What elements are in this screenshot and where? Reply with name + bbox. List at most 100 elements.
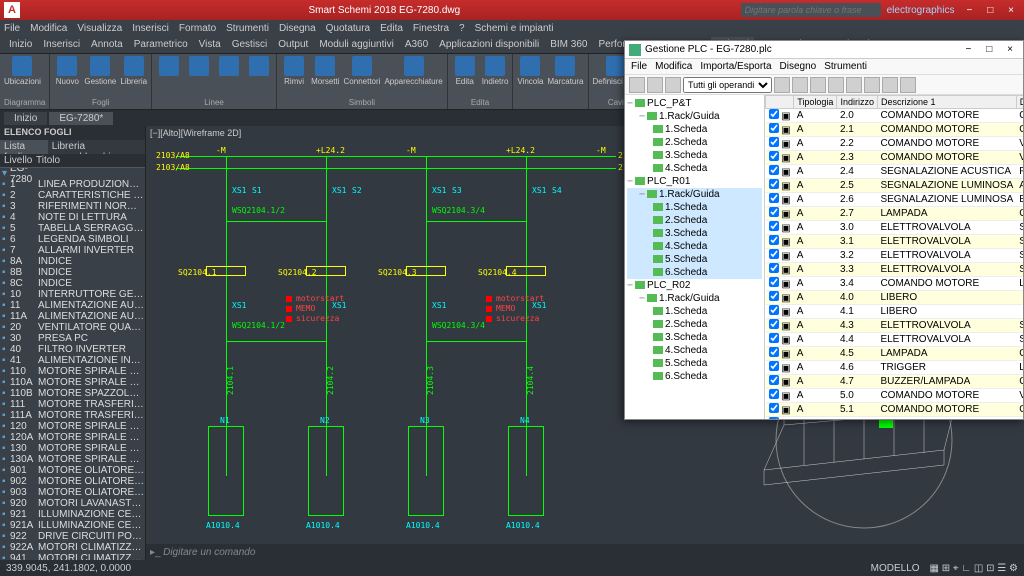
- plc-tree-node[interactable]: 2.Scheda: [627, 136, 762, 149]
- sheet-row[interactable]: ▪110BMOTORE SPAZZOLA U…: [0, 388, 145, 399]
- plc-tool-icon[interactable]: [792, 77, 808, 93]
- ribbon-button[interactable]: Marcatura: [547, 56, 583, 86]
- plc-tool-icon[interactable]: [629, 77, 645, 93]
- plc-row[interactable]: ▣A2.2COMANDO MOTOREVELOCITA' 2/4: [766, 137, 1024, 151]
- plc-maximize-button[interactable]: □: [980, 44, 998, 55]
- sheet-row[interactable]: ▪111AMOTORE TRASFERIME…: [0, 410, 145, 421]
- row-checkbox[interactable]: [769, 137, 779, 147]
- plc-tree-node[interactable]: 3.Scheda: [627, 331, 762, 344]
- plc-tool-icon[interactable]: [647, 77, 663, 93]
- row-checkbox[interactable]: [769, 389, 779, 399]
- plc-tree-node[interactable]: 4.Scheda: [627, 240, 762, 253]
- sheet-row[interactable]: ▪941MOTORI CLIMATIZZAZ…: [0, 553, 145, 560]
- plc-row[interactable]: ▣A2.3COMANDO MOTOREVELOCITA' 1/3: [766, 151, 1024, 165]
- plc-tree-node[interactable]: 1.Scheda: [627, 305, 762, 318]
- sheet-row[interactable]: ▪921ILLUMINAZIONE CELLA…: [0, 509, 145, 520]
- menu-item[interactable]: Quotatura: [326, 23, 370, 34]
- plc-col-header[interactable]: Tipologia: [794, 96, 837, 109]
- plc-table[interactable]: TipologiaIndirizzoDescrizione 1Descrizio…: [765, 95, 1023, 419]
- plc-row[interactable]: ▣A2.6SEGNALAZIONE LUMINOSAEMERGENZA PREM…: [766, 193, 1024, 207]
- plc-row[interactable]: ▣A3.1ELETTROVALVOLASTOP 2: [766, 235, 1024, 249]
- plc-tree-node[interactable]: 6.Scheda: [627, 266, 762, 279]
- ribbon-tab[interactable]: Inizio: [4, 37, 37, 52]
- plc-row[interactable]: ▣A2.5SEGNALAZIONE LUMINOSAANOMALIA: [766, 179, 1024, 193]
- sheet-row[interactable]: ▪110MOTORE SPIRALE COT…: [0, 366, 145, 377]
- sheet-row[interactable]: ▪130MOTORE SPIRALE FOL…: [0, 443, 145, 454]
- plc-tree-node[interactable]: 5.Scheda: [627, 253, 762, 266]
- row-checkbox[interactable]: [769, 333, 779, 343]
- menu-item[interactable]: Modifica: [30, 23, 67, 34]
- sheet-row[interactable]: ▪20VENTILATORE QUADRO: [0, 322, 145, 333]
- sheet-row[interactable]: ▪4NOTE DI LETTURA: [0, 212, 145, 223]
- ribbon-button[interactable]: Gestione: [84, 56, 116, 86]
- plc-row[interactable]: ▣A2.1COMANDO MOTORECONVEYOR INDIETRO: [766, 123, 1024, 137]
- menu-item[interactable]: ?: [459, 23, 465, 34]
- sheet-row[interactable]: ▪130AMOTORE SPIRALE FOL…: [0, 454, 145, 465]
- model-space-label[interactable]: MODELLO: [871, 563, 920, 574]
- plc-menu-item[interactable]: Modifica: [655, 61, 692, 72]
- menu-item[interactable]: Formato: [179, 23, 216, 34]
- row-checkbox[interactable]: [769, 207, 779, 217]
- plc-col-header[interactable]: Indirizzo: [837, 96, 878, 109]
- plc-tool-icon[interactable]: [882, 77, 898, 93]
- plc-col-header[interactable]: [766, 96, 794, 109]
- sheet-row[interactable]: ▪922DRIVE CIRCUITI POTE…: [0, 531, 145, 542]
- maximize-button[interactable]: □: [981, 5, 999, 16]
- plc-row[interactable]: ▣A3.2ELETTROVALVOLASTOP 3: [766, 249, 1024, 263]
- ribbon-tab[interactable]: BIM 360: [545, 37, 592, 52]
- ribbon-tab[interactable]: Applicazioni disponibili: [434, 37, 544, 52]
- plc-tree-node[interactable]: 3.Scheda: [627, 149, 762, 162]
- sheet-row[interactable]: ▾EG-7280: [0, 168, 145, 179]
- sheet-row[interactable]: ▪922AMOTORI CLIMATIZZAZ…: [0, 542, 145, 553]
- ribbon-button[interactable]: Morsetti: [311, 56, 339, 86]
- plc-tool-icon[interactable]: [864, 77, 880, 93]
- row-checkbox[interactable]: [769, 193, 779, 203]
- plc-tree-node[interactable]: 1.Scheda: [627, 201, 762, 214]
- sheet-row[interactable]: ▪40FILTRO INVERTER: [0, 344, 145, 355]
- plc-menu-item[interactable]: Strumenti: [824, 61, 867, 72]
- plc-tree-node[interactable]: −PLC_R01: [627, 175, 762, 188]
- plc-tree-node[interactable]: −1.Rack/Guida: [627, 110, 762, 123]
- row-checkbox[interactable]: [769, 305, 779, 315]
- plc-row[interactable]: ▣A4.4ELETTROVALVOLASPINTORE: [766, 333, 1024, 347]
- ribbon-button[interactable]: Edita: [452, 56, 478, 86]
- doc-tab[interactable]: Inizio: [4, 112, 47, 125]
- sheet-row[interactable]: ▪8CINDICE: [0, 278, 145, 289]
- ribbon-tab[interactable]: Gestisci: [227, 37, 273, 52]
- sheet-row[interactable]: ▪111MOTORE TRASFERIME…: [0, 399, 145, 410]
- plc-row[interactable]: ▣A4.6TRIGGERLETTURA CHIP: [766, 361, 1024, 375]
- row-checkbox[interactable]: [769, 277, 779, 287]
- ribbon-tab[interactable]: Moduli aggiuntivi: [314, 37, 399, 52]
- sheet-row[interactable]: ▪8BINDICE: [0, 267, 145, 278]
- plc-row[interactable]: ▣A4.5LAMPADACARICO ATTIVO: [766, 347, 1024, 361]
- sheet-row[interactable]: ▪902MOTORE OLIATORE C…: [0, 476, 145, 487]
- status-icons[interactable]: ▦ ⊞ ⌖ ∟ ◫ ⊡ ☰ ⚙: [930, 563, 1018, 574]
- sheet-row[interactable]: ▪10INTERRUTTORE GENE…: [0, 289, 145, 300]
- ribbon-button[interactable]: Vincola: [517, 56, 543, 86]
- minimize-button[interactable]: −: [960, 5, 978, 16]
- row-checkbox[interactable]: [769, 221, 779, 231]
- plc-row[interactable]: ▣A3.4COMANDO MOTORELINEA JENSEN: [766, 277, 1024, 291]
- sheet-row[interactable]: ▪6LEGENDA SIMBOLI: [0, 234, 145, 245]
- search-input[interactable]: [741, 3, 881, 17]
- plc-tree-node[interactable]: 1.Scheda: [627, 123, 762, 136]
- ribbon-button[interactable]: [156, 56, 182, 77]
- sheet-row[interactable]: ▪3RIFERIMENTI NORMAT…: [0, 201, 145, 212]
- ribbon-tab[interactable]: Annota: [86, 37, 128, 52]
- command-line[interactable]: ▸_ Digitare un comando: [146, 544, 1024, 560]
- sheet-row[interactable]: ▪920MOTORI LAVANASTRO: [0, 498, 145, 509]
- menu-item[interactable]: Disegna: [279, 23, 316, 34]
- plc-tool-icon[interactable]: [900, 77, 916, 93]
- plc-close-button[interactable]: ×: [1001, 44, 1019, 55]
- row-checkbox[interactable]: [769, 361, 779, 371]
- sheet-row[interactable]: ▪30PRESA PC: [0, 333, 145, 344]
- row-checkbox[interactable]: [769, 235, 779, 245]
- row-checkbox[interactable]: [769, 179, 779, 189]
- sheet-row[interactable]: ▪1LINEA PRODUZIONE P…: [0, 179, 145, 190]
- ribbon-button[interactable]: Connettori: [344, 56, 381, 86]
- ribbon-tab[interactable]: Parametrico: [129, 37, 193, 52]
- plc-row[interactable]: ▣A2.4SEGNALAZIONE ACUSTICAPREAVVISO MARC…: [766, 165, 1024, 179]
- plc-tool-icon[interactable]: [846, 77, 862, 93]
- plc-col-header[interactable]: Descrizione 2: [1016, 96, 1023, 109]
- plc-menu-item[interactable]: Importa/Esporta: [700, 61, 771, 72]
